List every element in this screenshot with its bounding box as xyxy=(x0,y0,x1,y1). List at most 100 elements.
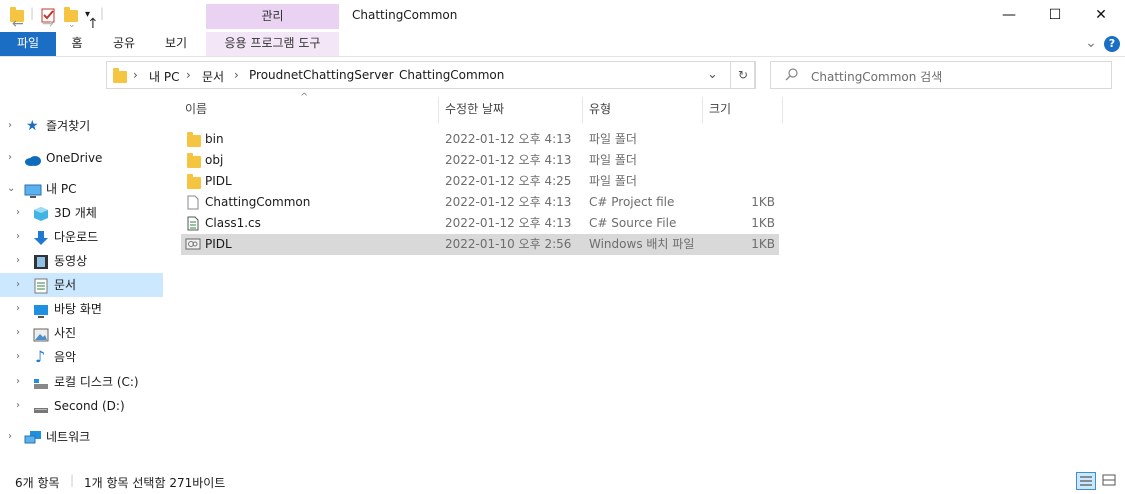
chevron-right-icon[interactable]: › xyxy=(16,201,20,225)
file-row[interactable]: ChattingCommon 2022-01-12 오후 4:13 C# Pro… xyxy=(181,192,779,213)
file-row[interactable]: PIDL 2022-01-10 오후 2:56 Windows 배치 파일 1K… xyxy=(181,234,779,255)
breadcrumb-separator: › xyxy=(234,68,239,82)
sidebar-item-label: 네트워크 xyxy=(46,430,91,444)
file-size: 1KB xyxy=(751,195,775,209)
expand-ribbon-icon[interactable]: ⌄ xyxy=(1082,32,1100,56)
file-name: bin xyxy=(205,132,224,146)
file-row[interactable]: Class1.cs 2022-01-12 오후 4:13 C# Source F… xyxy=(181,213,779,234)
column-divider[interactable] xyxy=(582,97,583,123)
chevron-right-icon[interactable]: › xyxy=(8,425,12,449)
breadcrumb-chattingcommon[interactable]: ChattingCommon xyxy=(399,68,504,82)
sidebar-item-label: Second (D:) xyxy=(54,399,125,413)
chevron-right-icon[interactable]: › xyxy=(16,297,20,321)
sidebar-item-this-pc[interactable]: ⌄ 내 PC xyxy=(0,177,163,201)
drive-d-icon xyxy=(33,399,49,413)
file-date: 2022-01-12 오후 4:13 xyxy=(445,195,572,209)
chevron-right-icon[interactable]: › xyxy=(16,225,20,249)
sidebar-item-favorites[interactable]: › ★ 즐겨찾기 xyxy=(0,114,163,138)
sidebar-item-music[interactable]: › ♪ 음악 xyxy=(0,345,163,369)
tab-file[interactable]: 파일 xyxy=(0,32,56,56)
chevron-right-icon[interactable]: › xyxy=(8,114,12,138)
document-icon xyxy=(34,278,50,294)
sidebar-item-network[interactable]: › 네트워크 xyxy=(0,425,163,449)
cs-file-icon xyxy=(187,216,199,231)
column-header-date[interactable]: 수정한 날짜 xyxy=(445,96,580,122)
large-icons-view-icon xyxy=(1102,474,1116,486)
file-size xyxy=(701,150,775,171)
breadcrumb-proudnet[interactable]: ProudnetChattingServer xyxy=(249,68,394,82)
file-row[interactable]: PIDL 2022-01-12 오후 4:25 파일 폴더 xyxy=(181,171,779,192)
ribbon-tabs: 파일 홈 공유 보기 응용 프로그램 도구 ⌄ ? xyxy=(0,32,1125,57)
sidebar-item-label: 사진 xyxy=(54,326,77,340)
file-size xyxy=(701,171,775,192)
window-title: ChattingCommon xyxy=(352,8,458,22)
chevron-right-icon[interactable]: › xyxy=(16,345,20,369)
sidebar-item-3d-objects[interactable]: › 3D 개체 xyxy=(0,201,163,225)
address-dropdown-icon[interactable]: ⌄ xyxy=(707,67,718,82)
refresh-icon: ↻ xyxy=(737,68,749,82)
tab-home[interactable]: 홈 xyxy=(60,32,94,56)
file-date: 2022-01-12 오후 4:13 xyxy=(445,216,572,230)
column-divider[interactable] xyxy=(782,97,783,123)
file-row[interactable]: bin 2022-01-12 오후 4:13 파일 폴더 xyxy=(181,129,779,150)
new-folder-icon[interactable] xyxy=(64,6,78,22)
folder-icon xyxy=(187,132,201,147)
cube-icon xyxy=(33,206,49,221)
blank-file-icon xyxy=(187,195,199,210)
chevron-right-icon[interactable]: › xyxy=(16,321,20,345)
folder-icon xyxy=(187,174,201,189)
file-date: 2022-01-10 오후 2:56 xyxy=(445,237,572,251)
chevron-right-icon[interactable]: › xyxy=(16,249,20,273)
file-type: 파일 폴더 xyxy=(589,132,637,146)
sidebar-item-pictures[interactable]: › 사진 xyxy=(0,321,163,345)
sidebar-item-label: 동영상 xyxy=(54,254,88,268)
column-header-type[interactable]: 유형 xyxy=(589,96,699,122)
pc-icon xyxy=(24,182,42,198)
file-size: 1KB xyxy=(751,237,775,251)
chevron-right-icon[interactable]: › xyxy=(16,394,20,418)
sidebar-item-label: 음악 xyxy=(54,350,77,364)
sidebar-item-downloads[interactable]: › 다운로드 xyxy=(0,225,163,249)
film-icon xyxy=(33,254,49,269)
sidebar-item-drive-c[interactable]: › 로컬 디스크 (C:) xyxy=(0,370,163,394)
tab-view[interactable]: 보기 xyxy=(156,32,196,56)
breadcrumb-separator: › xyxy=(133,68,138,82)
sidebar-item-onedrive[interactable]: › OneDrive xyxy=(0,146,163,170)
column-divider[interactable] xyxy=(438,97,439,123)
column-header-size[interactable]: 크기 xyxy=(709,96,779,122)
column-header-name[interactable]: 이름 xyxy=(185,96,437,122)
item-count: 6개 항목 xyxy=(15,476,60,490)
help-icon[interactable]: ? xyxy=(1104,36,1120,52)
refresh-button[interactable]: ↻ xyxy=(730,61,756,89)
file-row[interactable]: obj 2022-01-12 오후 4:13 파일 폴더 xyxy=(181,150,779,171)
search-box[interactable]: ChattingCommon 검색 xyxy=(770,61,1112,89)
file-type: 파일 폴더 xyxy=(589,153,637,167)
large-icons-view-button[interactable] xyxy=(1100,472,1120,490)
close-button[interactable]: ✕ xyxy=(1078,0,1124,32)
sidebar-item-documents[interactable]: › 문서 xyxy=(0,273,163,297)
column-divider[interactable] xyxy=(702,97,703,123)
chevron-down-icon[interactable]: ⌄ xyxy=(7,177,15,201)
details-view-button[interactable] xyxy=(1076,472,1096,490)
chevron-right-icon[interactable]: › xyxy=(16,273,20,297)
sidebar-item-videos[interactable]: › 동영상 xyxy=(0,249,163,273)
music-note-icon: ♪ xyxy=(35,347,46,366)
sidebar-item-label: 3D 개체 xyxy=(54,206,97,220)
chevron-right-icon[interactable]: › xyxy=(16,370,20,394)
chevron-right-icon[interactable]: › xyxy=(8,146,12,170)
folder-icon xyxy=(113,68,127,83)
tab-application-tools[interactable]: 응용 프로그램 도구 xyxy=(206,32,339,56)
manage-tab[interactable]: 관리 xyxy=(206,4,339,29)
breadcrumb-this-pc[interactable]: 내 PC xyxy=(149,68,179,85)
picture-icon xyxy=(33,326,49,342)
address-bar[interactable]: › 내 PC › 문서 › ProudnetChattingServer › C… xyxy=(106,61,755,89)
tab-share[interactable]: 공유 xyxy=(104,32,144,56)
maximize-button[interactable]: ☐ xyxy=(1032,0,1078,32)
breadcrumb-documents[interactable]: 문서 xyxy=(202,68,224,85)
sidebar-item-drive-d[interactable]: › Second (D:) xyxy=(0,394,163,418)
desktop-icon xyxy=(33,302,49,318)
sidebar-item-desktop[interactable]: › 바탕 화면 xyxy=(0,297,163,321)
file-name: PIDL xyxy=(205,237,232,251)
network-icon xyxy=(24,430,41,444)
minimize-button[interactable]: — xyxy=(986,0,1032,32)
